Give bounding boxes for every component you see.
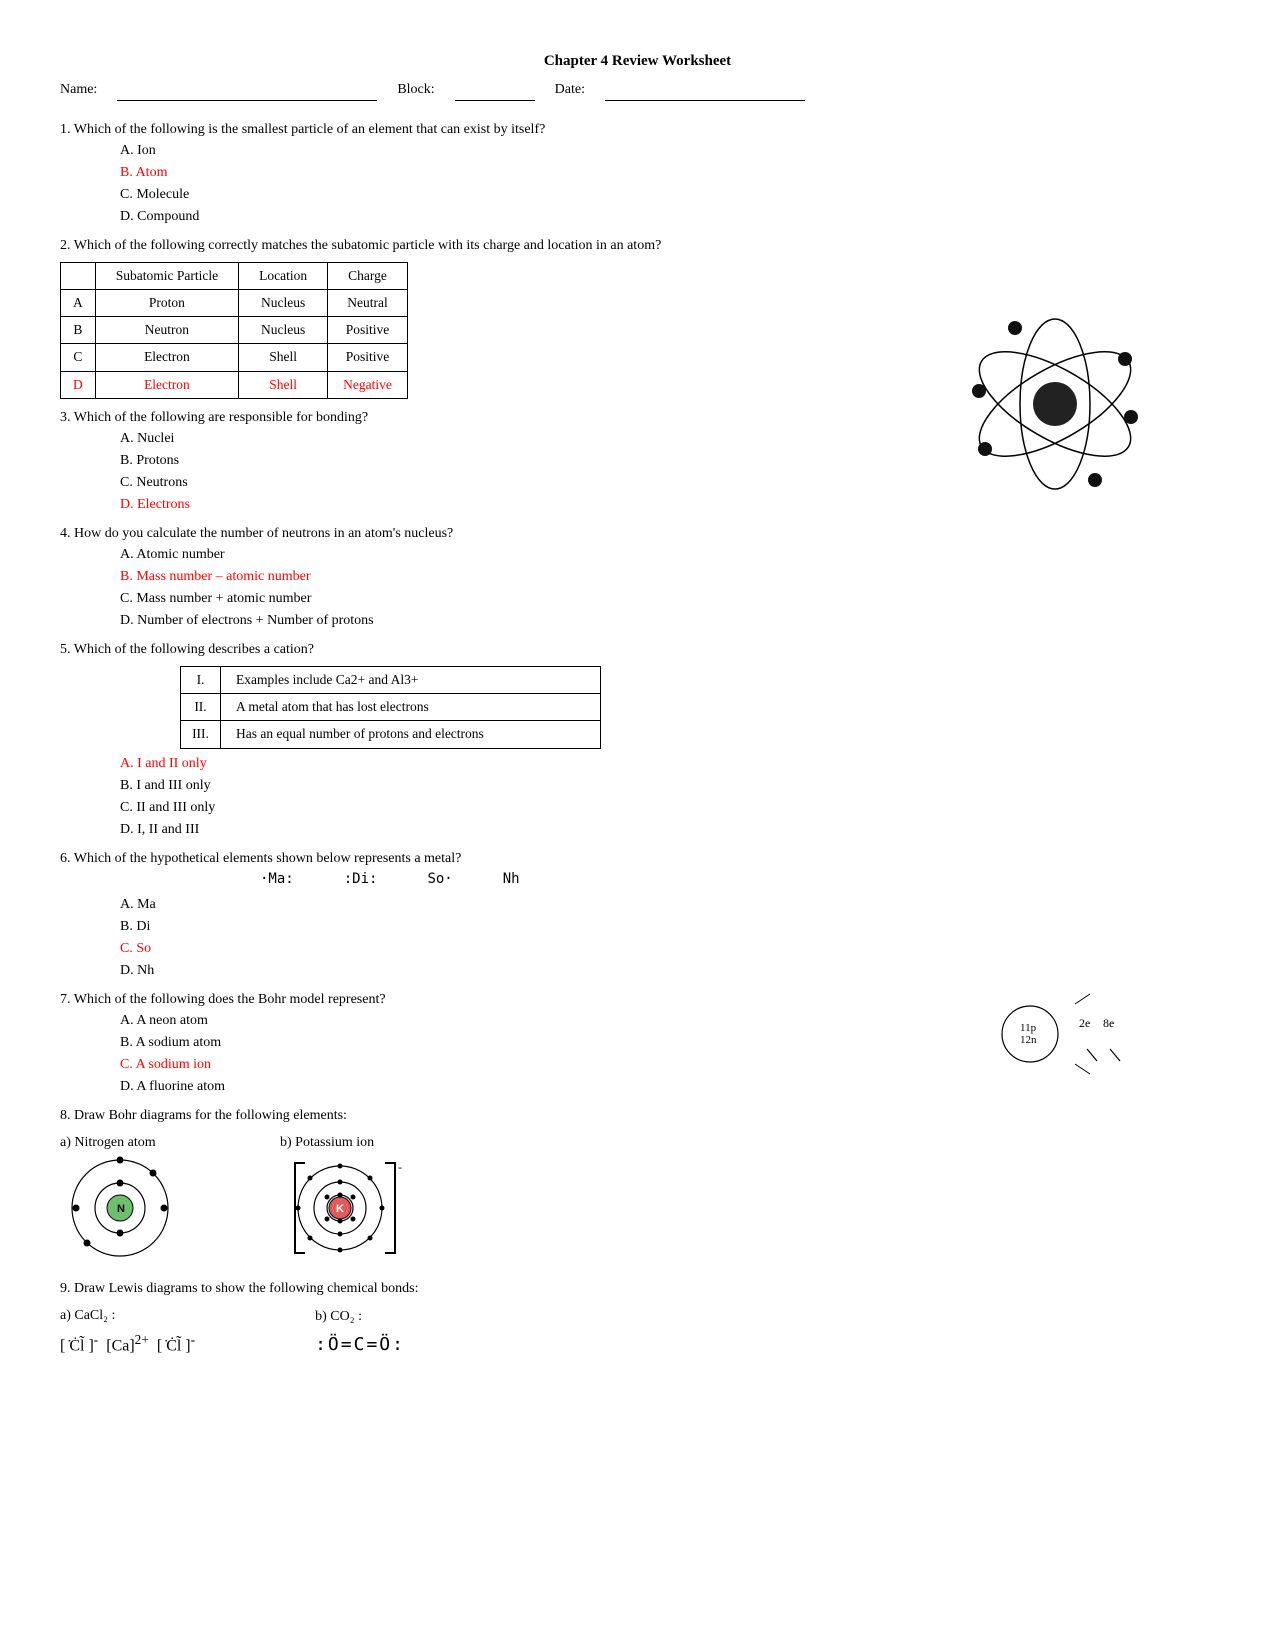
cation-table: I. Examples include Ca2+ and Al3+ II. A … xyxy=(180,666,601,749)
header-line: Name: Block: Date: xyxy=(60,79,1215,101)
svg-text:12n: 12n xyxy=(1020,1034,1037,1046)
page-title: Chapter 4 Review Worksheet xyxy=(60,50,1215,73)
question-6: 6. Which of the hypothetical elements sh… xyxy=(60,848,1215,981)
q1-options: A. Ion B. Atom C. Molecule D. Compound xyxy=(120,140,1215,227)
cation-table-wrapper: I. Examples include Ca2+ and Al3+ II. A … xyxy=(60,666,1215,749)
table-row: BNeutronNucleusPositive xyxy=(61,317,408,344)
q8-drawings: a) Nitrogen atom N xyxy=(60,1132,1215,1270)
atom-diagram xyxy=(955,304,1155,504)
nitrogen-diagram: N xyxy=(60,1153,180,1263)
worksheet-content: 1. Which of the following is the smalles… xyxy=(60,119,1215,1358)
bohr-model-diagram: 11p 12n 2e 8e xyxy=(975,989,1135,1086)
table-row: II. A metal atom that has lost electrons xyxy=(181,694,601,721)
q9b: b) CO₂ : :Ö=C=Ö: xyxy=(315,1306,405,1358)
svg-text:K: K xyxy=(336,1203,344,1215)
q8b: b) Potassium ion - xyxy=(280,1132,420,1270)
table-row: III. Has an equal number of protons and … xyxy=(181,721,601,748)
q5-options: A. I and II only B. I and III only C. II… xyxy=(120,753,1215,840)
co2-lewis: :Ö=C=Ö: xyxy=(315,1331,405,1358)
table-row: CElectronShellPositive xyxy=(61,344,408,371)
name-label: Name: xyxy=(60,79,97,101)
q9-drawings: a) CaCl₂ : [ ̇Ċl̃ ]- [Ca]2+ [ ̇Ċl̃ ]- … xyxy=(60,1305,1215,1358)
q9a: a) CaCl₂ : [ ̇Ċl̃ ]- [Ca]2+ [ ̇Ċl̃ ]- xyxy=(60,1305,195,1358)
q8a: a) Nitrogen atom N xyxy=(60,1132,180,1270)
table-row: AProtonNucleusNeutral xyxy=(61,289,408,316)
question-4: 4. How do you calculate the number of ne… xyxy=(60,523,1215,631)
question-5: 5. Which of the following describes a ca… xyxy=(60,639,1215,840)
question-8: 8. Draw Bohr diagrams for the following … xyxy=(60,1105,1215,1270)
svg-text:8e: 8e xyxy=(1103,1016,1114,1030)
potassium-diagram: - K xyxy=(280,1153,420,1263)
question-1: 1. Which of the following is the smalles… xyxy=(60,119,1215,227)
svg-text:-: - xyxy=(398,1160,402,1174)
q6-options: A. Ma B. Di C. So D. Nh xyxy=(120,894,1215,981)
q2-table: Subatomic Particle Location Charge AProt… xyxy=(60,262,408,399)
question-7: 7. Which of the following does the Bohr … xyxy=(60,989,1215,1097)
question-9: 9. Draw Lewis diagrams to show the follo… xyxy=(60,1278,1215,1358)
table-row: I. Examples include Ca2+ and Al3+ xyxy=(181,666,601,693)
cacl2-lewis-formula: [ ̇Ċl̃ ]- [Ca]2+ [ ̇Ċl̃ ]- xyxy=(60,1330,195,1358)
date-label: Date: xyxy=(555,79,585,101)
table-row-d: DElectronShellNegative xyxy=(61,371,408,398)
svg-text:2e: 2e xyxy=(1079,1016,1090,1030)
q4-options: A. Atomic number B. Mass number – atomic… xyxy=(120,544,1215,631)
dot-elements: ·Ma::Di:So·Nh xyxy=(260,869,1215,890)
svg-text:11p: 11p xyxy=(1020,1022,1037,1034)
block-label: Block: xyxy=(397,79,434,101)
svg-text:N: N xyxy=(117,1203,125,1215)
